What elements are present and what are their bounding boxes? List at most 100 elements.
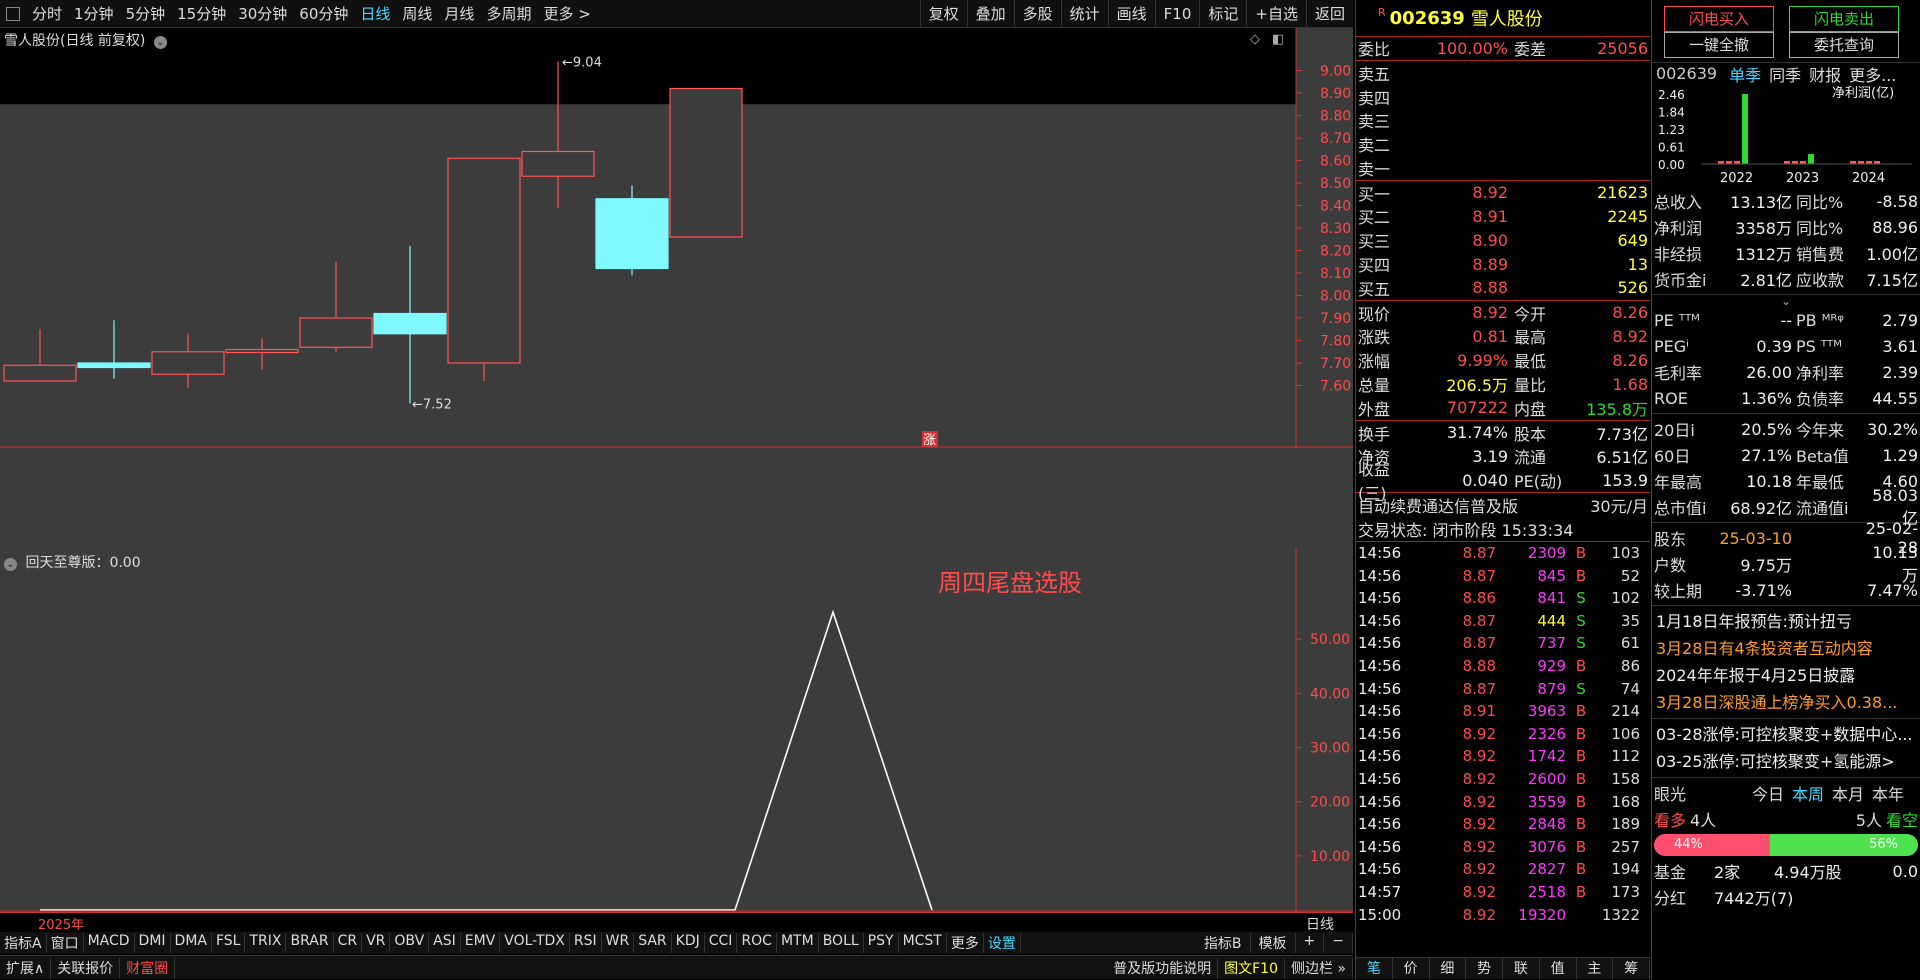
indicator-tab-17[interactable]: KDJ	[672, 933, 705, 953]
concept-item[interactable]: 03-25涨停:可控核聚变+氢能源>	[1652, 748, 1920, 775]
indicator-tab-19[interactable]: ROC	[737, 933, 777, 953]
indicator-tab-13[interactable]: VOL-TDX	[500, 933, 570, 953]
vision-tab-1[interactable]: 本周	[1792, 781, 1824, 805]
status-right-0[interactable]: 普及版功能说明	[1107, 957, 1219, 978]
period-tab-0[interactable]: 分时	[26, 3, 68, 24]
indicator-tab-2[interactable]: MACD	[84, 933, 135, 953]
quote-tab-0[interactable]: 笔	[1356, 958, 1393, 979]
period-tab-8[interactable]: 月线	[438, 3, 480, 24]
period-tab-9[interactable]: 多周期	[480, 3, 537, 24]
status-item-2[interactable]: 财富圈	[120, 957, 176, 978]
status-item-1[interactable]: 关联报价	[51, 957, 121, 978]
flash-buy-button[interactable]: 闪电买入	[1664, 6, 1774, 32]
status-right-2[interactable]: 侧边栏 »	[1285, 957, 1353, 978]
indicator-tab-11[interactable]: ASI	[429, 933, 461, 953]
indicator-tab-12[interactable]: EMV	[461, 933, 501, 953]
cancel-all-button[interactable]: 一键全撤	[1664, 32, 1774, 58]
tool-button-0[interactable]: 复权	[919, 0, 967, 27]
stat-label-2: 流通	[1514, 448, 1547, 468]
indicator-tab-14[interactable]: RSI	[570, 933, 602, 953]
indicator-tab-6[interactable]: TRIX	[245, 933, 287, 953]
quote-tab-4[interactable]: 联	[1503, 958, 1540, 979]
period-tab-7[interactable]: 周线	[396, 3, 438, 24]
period-tab-3[interactable]: 15分钟	[171, 3, 232, 24]
candle-body	[595, 198, 669, 270]
f10-tab-2[interactable]: 财报	[1809, 62, 1841, 86]
collapse-icon[interactable]: ⌄	[4, 558, 17, 571]
indicator-right-2[interactable]: +	[1296, 933, 1325, 953]
quote-tab-1[interactable]: 价	[1393, 958, 1430, 979]
stat-label: 现价	[1358, 304, 1391, 324]
promo-row[interactable]: 自动续费通达信普及版 30元/月	[1356, 493, 1650, 517]
tick-list[interactable]: 14:56 8.87 2309 B 103 14:56 8.87 845 B 52 14:56 8.8…	[1356, 542, 1650, 926]
indicator-right: 指标B 模板 + −	[1196, 933, 1353, 953]
quote-tab-6[interactable]: 主	[1577, 958, 1614, 979]
order-query-button[interactable]: 委托查询	[1789, 32, 1899, 58]
f10-tab-0[interactable]: 单季	[1729, 62, 1761, 86]
indicator-tab-9[interactable]: VR	[362, 933, 391, 953]
news-item[interactable]: 3月28日深股通上榜净买入0.38...	[1652, 689, 1920, 716]
tick-row: 14:56 8.92 2600 B 158	[1356, 768, 1650, 791]
indicator-tab-15[interactable]: WR	[602, 933, 635, 953]
chevron-down-icon[interactable]: ⌄	[153, 36, 167, 49]
quote-tab-2[interactable]: 细	[1430, 958, 1467, 979]
tool-button-8[interactable]: 返回	[1305, 0, 1353, 27]
tool-button-5[interactable]: F10	[1154, 0, 1200, 27]
vision-tab-2[interactable]: 本月	[1832, 781, 1864, 805]
indicator-tab-1[interactable]: 窗口	[47, 933, 84, 953]
indicator-tab-20[interactable]: MTM	[777, 933, 819, 953]
indicator-tab-8[interactable]: CR	[334, 933, 363, 953]
indicator-tab-3[interactable]: DMI	[135, 933, 171, 953]
tool-button-4[interactable]: 画线	[1107, 0, 1155, 27]
period-tab-1[interactable]: 1分钟	[68, 3, 120, 24]
quote-tab-5[interactable]: 值	[1540, 958, 1577, 979]
tool-button-2[interactable]: 多股	[1013, 0, 1061, 27]
menu-icon[interactable]	[6, 6, 20, 21]
indicator-tab-21[interactable]: BOLL	[819, 933, 864, 953]
indicator-right-3[interactable]: −	[1324, 933, 1353, 953]
indicator-tab-7[interactable]: BRAR	[286, 933, 334, 953]
kline-chart[interactable]: 9.00 8.90 8.80 8.70 8.60 8.50 8.40 8.30 8.20 8.10…	[0, 28, 1353, 553]
f10-label-2: PS ᵀᵀᴹ	[1796, 336, 1842, 356]
status-item-0[interactable]: 扩展∧	[0, 957, 52, 978]
period-tab-6[interactable]: 日线	[354, 3, 396, 24]
indicator-tab-10[interactable]: OBV	[390, 933, 430, 953]
concept-item[interactable]: 03-28涨停:可控核聚变+数据中心...	[1652, 721, 1920, 748]
f10-tab-1[interactable]: 同季	[1769, 62, 1801, 86]
news-item[interactable]: 2024年年报于4月25日披露	[1652, 662, 1920, 689]
indicator-tab-22[interactable]: PSY	[864, 933, 899, 953]
indicator-tab-25[interactable]: 设置	[984, 933, 1021, 953]
period-tab-4[interactable]: 30分钟	[232, 3, 293, 24]
indicator-tab-18[interactable]: CCI	[705, 933, 738, 953]
vision-tab-3[interactable]: 本年	[1872, 781, 1904, 805]
news-item[interactable]: 3月28日有4条投资者互动内容	[1652, 635, 1920, 662]
tool-button-1[interactable]: 叠加	[966, 0, 1014, 27]
indicator-tab-16[interactable]: SAR	[634, 933, 672, 953]
vision-tab-0[interactable]: 今日	[1752, 781, 1784, 805]
indicator-chart[interactable]: 50.00 40.00 30.00 20.00 10.00 周四尾盘选股	[0, 548, 1353, 912]
indicator-tab-4[interactable]: DMA	[171, 933, 212, 953]
indicator-tab-24[interactable]: 更多	[947, 933, 984, 953]
indicator-right-1[interactable]: 模板	[1251, 933, 1296, 953]
news-item[interactable]: 1月18日年报预告:预计扭亏	[1652, 608, 1920, 635]
indicator-tab-0[interactable]: 指标A	[0, 933, 47, 953]
status-right-1[interactable]: 图文F10	[1218, 957, 1285, 978]
f10-tab-3[interactable]: 更多...	[1849, 62, 1896, 86]
period-tab-10[interactable]: 更多 >	[537, 3, 596, 24]
period-tab-2[interactable]: 5分钟	[120, 3, 172, 24]
stat-value-2: 8.92	[1612, 326, 1648, 346]
quote-tab-7[interactable]: 筹	[1613, 958, 1650, 979]
tick-volume: 2848	[1527, 815, 1566, 834]
quote-tab-3[interactable]: 势	[1466, 958, 1503, 979]
tool-button-7[interactable]: +自选	[1246, 0, 1306, 27]
indicator-tab-5[interactable]: FSL	[212, 933, 246, 953]
period-tab-5[interactable]: 60分钟	[293, 3, 354, 24]
expand-icon[interactable]: ⌄	[1652, 295, 1920, 307]
tool-button-6[interactable]: 标记	[1199, 0, 1246, 27]
tick-count: 106	[1611, 724, 1640, 743]
tick-time: 14:56	[1358, 769, 1402, 788]
indicator-right-0[interactable]: 指标B	[1196, 933, 1251, 953]
flash-sell-button[interactable]: 闪电卖出	[1789, 6, 1899, 32]
tool-button-3[interactable]: 统计	[1060, 0, 1108, 27]
indicator-tab-23[interactable]: MCST	[899, 933, 947, 953]
